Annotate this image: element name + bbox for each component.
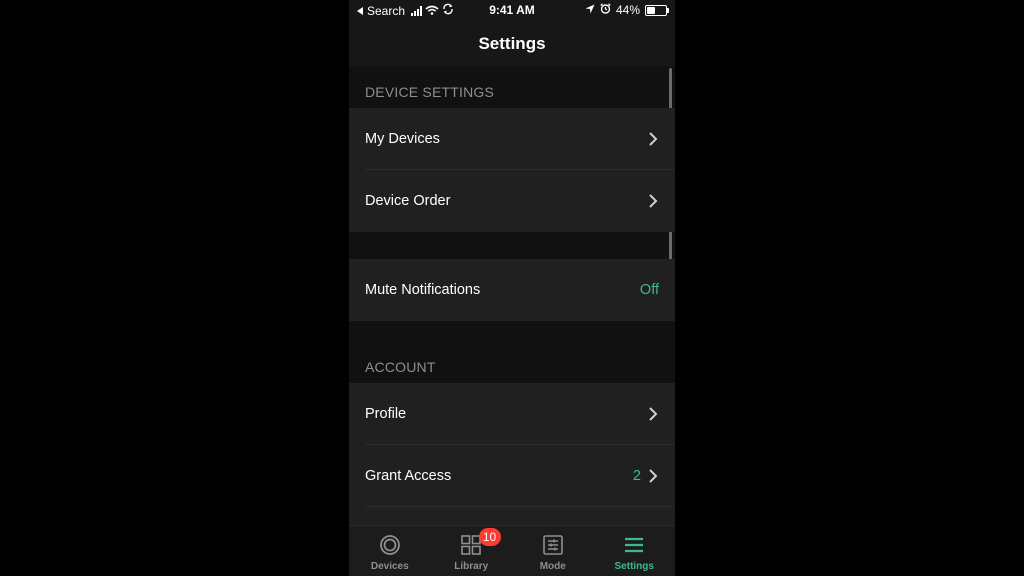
battery-percent: 44% bbox=[615, 3, 640, 17]
section-header-account: ACCOUNT bbox=[365, 359, 436, 375]
mute-notifications-value: Off bbox=[639, 282, 659, 298]
account-group: Profile Grant Access 2 bbox=[349, 383, 675, 526]
row-device-order[interactable]: Device Order bbox=[349, 170, 675, 232]
devices-ring-icon bbox=[379, 535, 400, 555]
notifications-group: Mute Notifications Off bbox=[349, 259, 675, 321]
row-label: Grant Access bbox=[365, 468, 452, 484]
row-partial[interactable] bbox=[349, 507, 675, 526]
tab-label: Library bbox=[454, 561, 489, 572]
tab-settings[interactable]: Settings bbox=[594, 526, 676, 576]
tab-bar: Devices 10 Library Mode Settings bbox=[349, 525, 675, 576]
tab-mode[interactable]: Mode bbox=[512, 526, 594, 576]
page-title: Settings bbox=[478, 34, 546, 53]
tab-label: Mode bbox=[539, 561, 566, 572]
alarm-icon bbox=[600, 3, 611, 17]
row-label: Device Order bbox=[365, 193, 451, 209]
row-label: Profile bbox=[365, 406, 407, 422]
grant-access-count: 2 bbox=[632, 468, 641, 484]
chevron-right-icon bbox=[649, 407, 658, 421]
battery-icon bbox=[645, 4, 669, 16]
row-profile[interactable]: Profile bbox=[349, 383, 675, 445]
tab-label: Settings bbox=[614, 561, 654, 572]
settings-list[interactable]: DEVICE SETTINGS My Devices Device Order … bbox=[349, 66, 675, 526]
status-right: 44% bbox=[585, 3, 669, 17]
menu-icon bbox=[625, 537, 644, 553]
sliders-icon bbox=[542, 535, 563, 555]
row-my-devices[interactable]: My Devices bbox=[349, 108, 675, 170]
chevron-right-icon bbox=[649, 132, 658, 146]
tab-library[interactable]: 10 Library bbox=[431, 526, 513, 576]
status-bar: Search 9:41 AM 44% bbox=[349, 0, 675, 20]
row-label: My Devices bbox=[365, 131, 440, 147]
navigation-bar: Settings bbox=[349, 20, 675, 66]
battery-fill bbox=[647, 6, 655, 14]
chevron-right-icon bbox=[649, 194, 658, 208]
phone-screen: Search 9:41 AM 44% Settings DEVICE SETTI… bbox=[349, 0, 675, 576]
section-header-device-settings: DEVICE SETTINGS bbox=[365, 84, 495, 100]
row-label: Mute Notifications bbox=[365, 282, 481, 298]
chevron-right-icon bbox=[649, 469, 658, 483]
tab-label: Devices bbox=[370, 561, 409, 572]
row-grant-access[interactable]: Grant Access 2 bbox=[349, 445, 675, 507]
row-mute-notifications[interactable]: Mute Notifications Off bbox=[349, 259, 675, 321]
device-settings-group: My Devices Device Order bbox=[349, 108, 675, 232]
tab-devices[interactable]: Devices bbox=[349, 526, 431, 576]
library-badge: 10 bbox=[478, 528, 501, 546]
location-icon bbox=[585, 3, 595, 17]
